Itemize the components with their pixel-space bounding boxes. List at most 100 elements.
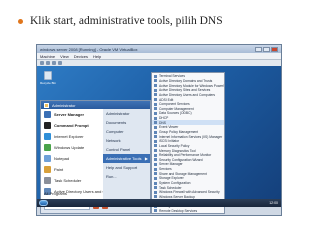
start-program-item[interactable]: Task Scheduler <box>41 175 103 186</box>
tool-icon <box>154 162 157 166</box>
slide-bullet: Klik start, administrative tools, pilih … <box>18 15 223 27</box>
program-icon <box>44 155 51 162</box>
toolbar-icon[interactable] <box>58 61 62 65</box>
start-place-item[interactable]: Help and Support <box>103 163 150 172</box>
vm-title-bar[interactable]: windows server 2008 [Running] - Oracle V… <box>37 45 281 53</box>
tool-icon <box>154 153 157 157</box>
start-menu-programs: Server Manager Command Prompt Internet Exp… <box>41 109 122 199</box>
start-place-item[interactable]: Administrator <box>103 109 150 118</box>
admin-tool-label: Active Directory Sites and Services <box>159 88 211 93</box>
tool-icon <box>154 190 157 194</box>
admin-tool-label: System Configuration <box>159 181 191 186</box>
toolbar-icon[interactable] <box>46 61 50 65</box>
program-icon <box>44 111 51 118</box>
admin-tool-label: Active Directory Users and Computers <box>159 92 216 97</box>
tool-icon <box>154 149 157 153</box>
minimize-icon[interactable] <box>255 46 262 52</box>
start-program-item[interactable]: Server Manager <box>41 109 103 120</box>
start-place-item[interactable]: Run... <box>103 172 150 181</box>
start-place-item[interactable]: Network <box>103 136 150 145</box>
program-label: Server Manager <box>54 112 85 117</box>
start-button[interactable] <box>39 200 48 206</box>
tool-icon <box>154 84 157 88</box>
chevron-right-icon: ▶ <box>144 156 148 161</box>
recycle-bin[interactable]: Recycle Bin <box>40 71 56 85</box>
program-icon <box>44 122 51 129</box>
administrative-tools-submenu: Terminal Services Active Directory Domain… <box>151 72 225 214</box>
tool-icon <box>154 121 157 125</box>
tool-icon <box>154 176 157 180</box>
start-place-item[interactable]: Documents <box>103 118 150 127</box>
program-label: Notepad <box>54 156 70 161</box>
tool-icon <box>154 158 157 162</box>
menu-view[interactable]: View <box>60 54 69 59</box>
admin-tool-label: Memory Diagnostics Tool <box>159 148 196 153</box>
user-avatar-icon <box>44 102 49 108</box>
admin-tool-label: Windows Firewall with Advanced Security <box>159 190 220 195</box>
admin-tool-label: Computer Management <box>159 106 194 111</box>
tool-icon <box>154 88 157 92</box>
tool-icon <box>154 167 157 171</box>
tool-icon <box>154 144 157 148</box>
tool-icon <box>154 130 157 134</box>
tool-icon <box>154 125 157 129</box>
tool-icon <box>154 135 157 139</box>
program-label: Paint <box>54 167 64 172</box>
all-programs-button[interactable]: All Programs <box>44 191 67 196</box>
program-icon <box>44 166 51 173</box>
program-icon <box>44 144 51 151</box>
tool-icon <box>154 139 157 143</box>
toolbar-icon[interactable] <box>52 61 56 65</box>
admin-tool-label: Terminal Services <box>159 74 186 79</box>
start-program-item[interactable]: Notepad <box>41 153 103 164</box>
admin-tool-item[interactable]: Active Directory Users and Computers <box>152 93 224 98</box>
close-icon[interactable] <box>271 46 278 52</box>
admin-tool-item[interactable]: Active Directory Module for Windows Powe… <box>152 83 224 88</box>
bullet-text: Klik start, administrative tools, pilih … <box>30 15 223 27</box>
admin-tool-label: DHCP <box>159 116 169 121</box>
place-label: Network <box>106 138 121 143</box>
bullet-dot-icon <box>18 18 23 24</box>
place-label: Run... <box>106 174 117 179</box>
place-label: Administrative Tools <box>106 156 142 161</box>
menu-devices[interactable]: Devices <box>74 54 88 59</box>
start-place-item[interactable]: Computer <box>103 127 150 136</box>
start-program-item[interactable]: Paint <box>41 164 103 175</box>
place-label: Computer <box>106 129 124 134</box>
tool-icon <box>154 172 157 176</box>
admin-tool-label: Remote Desktop Services <box>159 208 198 213</box>
tool-icon <box>154 107 157 111</box>
admin-tool-label: Active Directory Module for Windows Powe… <box>159 83 224 88</box>
admin-tool-label: Local Security Policy <box>159 143 190 148</box>
start-program-item[interactable]: Internet Explorer <box>41 131 103 142</box>
admin-tool-label: Share and Storage Management <box>159 171 207 176</box>
vm-title: windows server 2008 [Running] - Oracle V… <box>40 46 138 52</box>
program-label: Command Prompt <box>54 123 89 128</box>
tool-icon <box>154 79 157 83</box>
menu-machine[interactable]: Machine <box>40 54 55 59</box>
program-icon <box>44 133 51 140</box>
admin-tool-item[interactable]: Remote Desktop Services <box>152 208 224 213</box>
program-label: Task Scheduler <box>54 178 82 183</box>
start-place-item[interactable]: Control Panel <box>103 145 150 154</box>
tool-icon <box>154 116 157 120</box>
tool-icon <box>154 181 157 185</box>
tool-icon <box>154 93 157 97</box>
admin-tool-item[interactable]: Windows Firewall with Advanced Security <box>152 190 224 195</box>
start-place-item[interactable]: Administrative Tools ▶ <box>103 154 150 163</box>
toolbar-icon[interactable] <box>40 61 44 65</box>
start-program-item[interactable]: Command Prompt <box>41 120 103 131</box>
tool-icon <box>154 111 157 115</box>
program-icon <box>44 177 51 184</box>
maximize-icon[interactable] <box>263 46 270 52</box>
place-label: Documents <box>106 120 127 125</box>
admin-tool-label: Storage Explorer <box>159 176 184 181</box>
program-label: Windows Update <box>54 145 85 150</box>
program-label: Internet Explorer <box>54 134 84 139</box>
menu-help[interactable]: Help <box>93 54 101 59</box>
admin-tool-label: Data Sources (ODBC) <box>159 111 192 116</box>
recycle-bin-label: Recycle Bin <box>40 81 56 85</box>
admin-tool-item[interactable]: Internet Information Services (IIS) Mana… <box>152 134 224 139</box>
admin-tool-label: Services <box>159 167 172 172</box>
start-program-item[interactable]: Windows Update <box>41 142 103 153</box>
